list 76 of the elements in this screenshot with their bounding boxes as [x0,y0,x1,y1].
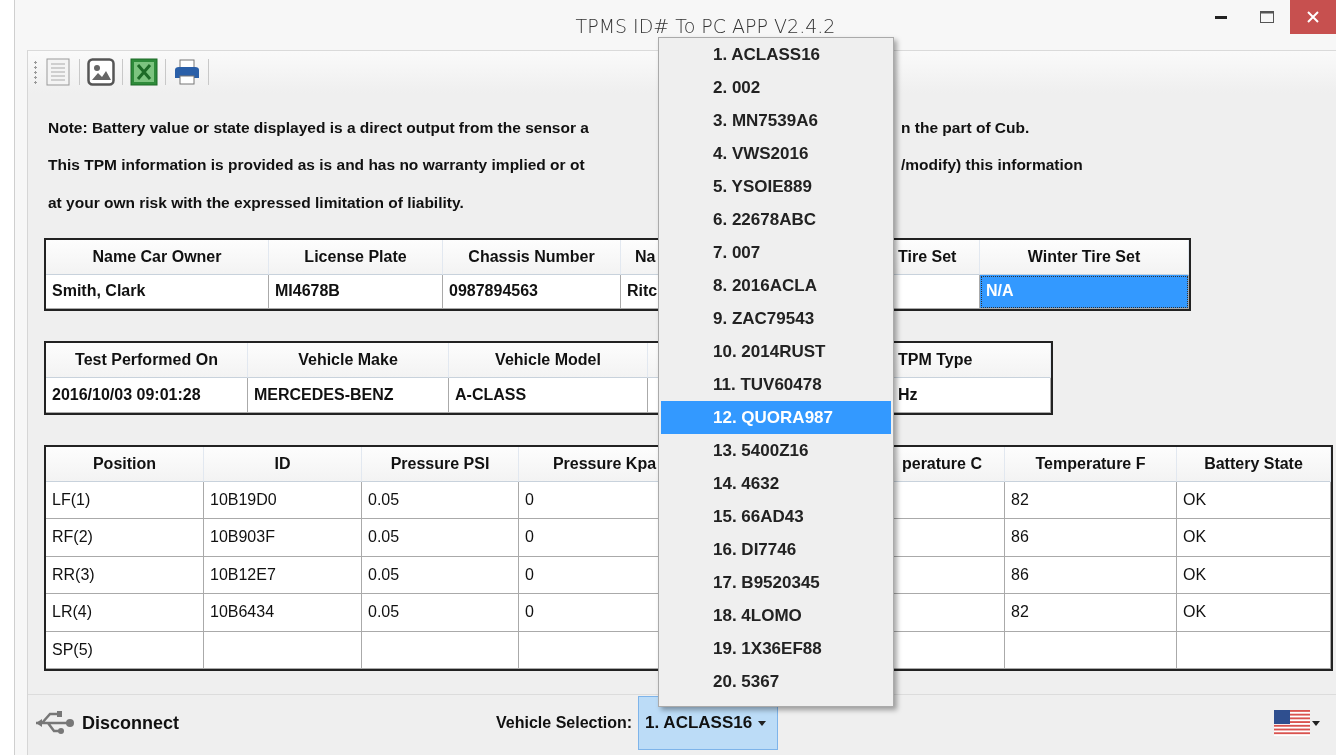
table-cell[interactable]: Smith, Clark [46,274,269,309]
dropdown-item[interactable]: 19. 1X36EF88 [661,632,891,665]
table-cell: SP(5) [46,631,204,669]
table-cell: Hz [893,377,1051,413]
flag-drawing [1274,710,1310,736]
table-cell: OK [1177,594,1331,632]
close-icon [1306,10,1320,24]
note-text: n the part of Cub. [901,118,1030,137]
dropdown-item[interactable]: 11. TUV60478 [661,368,891,401]
column-header: Position [46,446,204,482]
table-cell: 10B6434 [204,594,362,632]
dropdown-item[interactable]: 9. ZAC79543 [661,302,891,335]
table-cell: OK [1177,519,1331,557]
table-cell: 82 [1005,594,1177,632]
dropdown-item[interactable]: 10. 2014RUST [661,335,891,368]
dropdown-item[interactable]: 5. YSOIE889 [661,170,891,203]
table-cell: 2016/10/03 09:01:28 [46,377,248,413]
dropdown-item[interactable]: 20. 5367 [661,665,891,698]
table-cell: 86 [1005,519,1177,557]
dropdown-item[interactable]: 7. 007 [661,236,891,269]
toolbar-grip [34,60,37,84]
window-title: TPMS ID# To PC APP V2.4.2 [575,15,836,37]
table-cell: 0.05 [362,594,519,632]
table-cell: OK [1177,481,1331,519]
column-header: Test Performed On [46,342,248,378]
column-header: Vehicle Make [248,342,449,378]
column-header: ID [204,446,362,482]
table-cell[interactable] [893,274,980,309]
table-cell: 10B12E7 [204,556,362,594]
column-header: Vehicle Model [449,342,648,378]
table-cell: 0.05 [362,519,519,557]
note-text: at your own risk with the expressed limitation of liability. [48,193,465,212]
table-cell: LR(4) [46,594,204,632]
printer-icon[interactable] [172,57,202,87]
table-cell: 0.05 [362,556,519,594]
spreadsheet-icon[interactable] [129,57,159,87]
column-header: Winter Tire Set [980,239,1189,275]
table-cell: A-CLASS [449,377,648,413]
table-cell: RR(3) [46,556,204,594]
note-text: /modify) this information [901,156,1083,175]
table-cell[interactable]: MI4678B [269,274,443,309]
usb-icon [34,710,76,736]
table-cell: 10B19D0 [204,481,362,519]
column-header: Name Car Owner [46,239,269,275]
column-header: Battery State [1177,446,1331,482]
dropdown-item[interactable]: 1. ACLASS16 [661,38,891,71]
dropdown-item[interactable]: 4. VWS2016 [661,137,891,170]
dropdown-item[interactable]: 6. 22678ABC [661,203,891,236]
table-cell: 86 [1005,556,1177,594]
vehicle-selection-label: Vehicle Selection: [496,714,633,732]
column-header: TPM Type [893,342,1051,378]
table-cell: LF(1) [46,481,204,519]
column-header: License Plate [269,239,443,275]
table-cell: MERCEDES-BENZ [248,377,449,413]
column-header: Pressure PSI [362,446,519,482]
minimize-icon [1215,15,1227,19]
note-text: This TPM information is provided as is and has no warranty implied or ot [48,156,586,175]
note-text: Note: Battery value or state displayed is a direct output from the sensor a [48,118,590,137]
caret-icon [1312,720,1320,726]
column-header: Temperature F [1005,446,1177,482]
table-cell: 10B903F [204,519,362,557]
table-cell[interactable]: 0987894563 [443,274,621,309]
caret-icon [758,720,767,726]
language-button[interactable] [1274,710,1320,736]
dropdown-item[interactable]: 2. 002 [661,71,891,104]
column-header: Chassis Number [443,239,621,275]
table-cell: OK [1177,556,1331,594]
dropdown-item[interactable]: 3. MN7539A6 [661,104,891,137]
image-icon[interactable] [86,57,116,87]
table-cell: 82 [1005,481,1177,519]
close-button[interactable] [1290,0,1336,34]
table-cell: RF(2) [46,519,204,557]
table-cell: 0.05 [362,481,519,519]
column-header: Tire Set [893,239,980,275]
maximize-icon [1260,11,1274,23]
disconnect-button[interactable]: Disconnect [34,710,180,736]
